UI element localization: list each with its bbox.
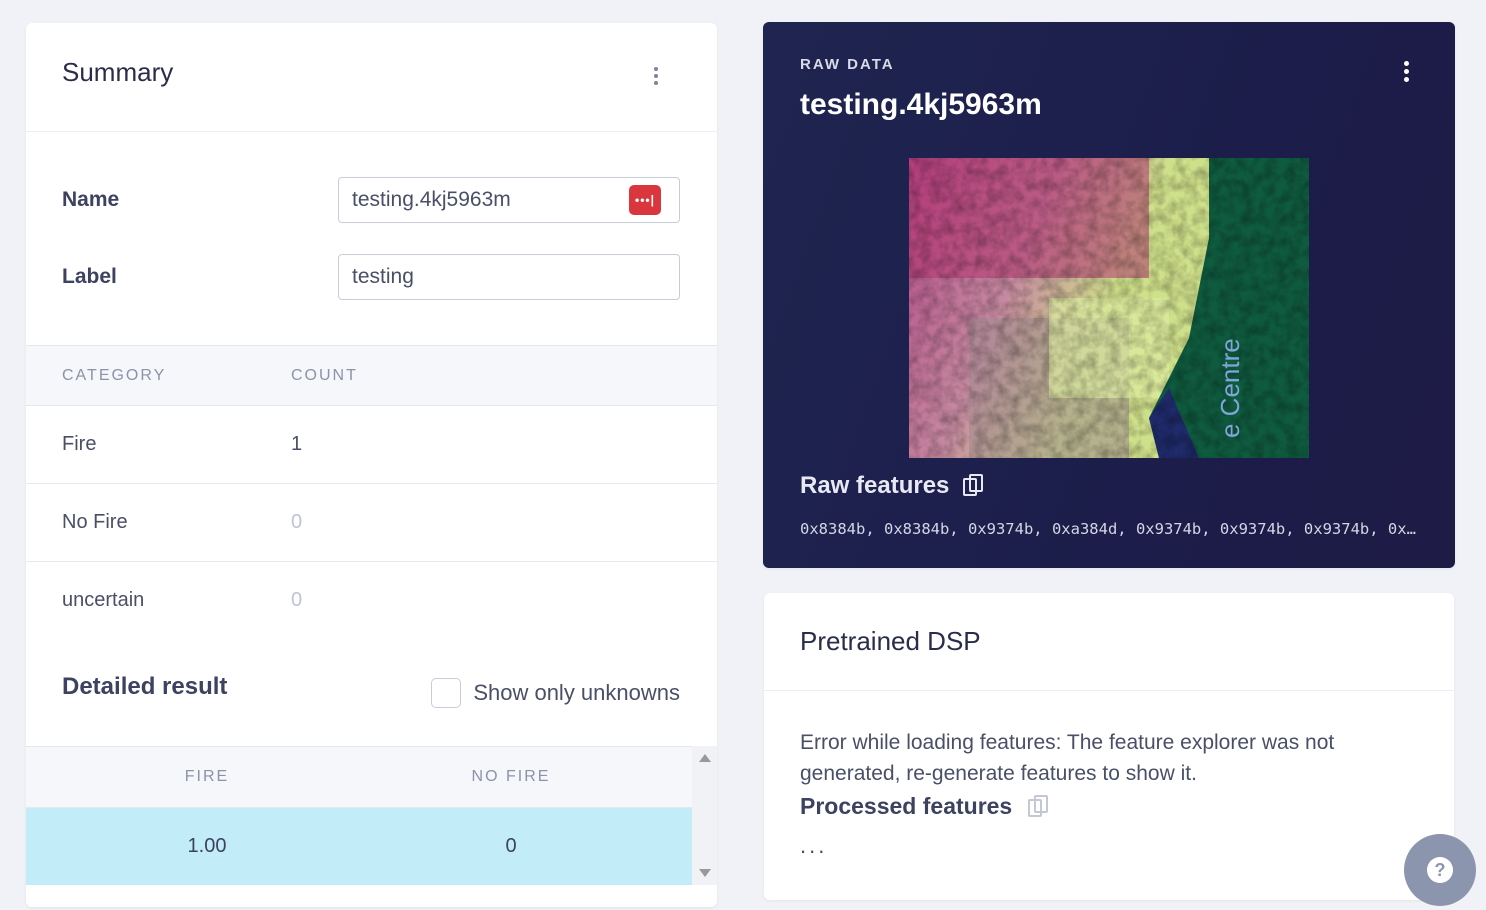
count-cell: 1 — [291, 433, 303, 455]
detailed-result-table: FIRE NO FIRE 1.00 0 — [26, 746, 717, 885]
summary-header: Summary — [26, 23, 717, 132]
question-icon: ? — [1427, 857, 1453, 883]
dsp-error-message: Error while loading features: The featur… — [800, 731, 1335, 785]
show-unknowns-toggle[interactable]: Show only unknowns — [431, 678, 680, 708]
help-button[interactable]: ? — [1404, 834, 1476, 906]
detailed-result-header: FIRE NO FIRE — [26, 746, 692, 808]
category-table-header: CATEGORY COUNT — [26, 345, 717, 406]
category-cell: uncertain — [62, 589, 145, 611]
category-cell: Fire — [62, 433, 97, 455]
detailed-result-title: Detailed result — [62, 673, 228, 700]
category-column-header: CATEGORY — [62, 367, 167, 384]
table-row: Fire 1 — [26, 406, 717, 484]
password-manager-icon[interactable]: •••| — [629, 185, 661, 215]
category-cell: No Fire — [62, 511, 128, 533]
result-scrollbar[interactable] — [692, 746, 717, 885]
count-cell: 0 — [291, 511, 303, 533]
raw-data-title: testing.4kj5963m — [800, 88, 1042, 121]
count-column-header: COUNT — [291, 367, 358, 384]
scroll-down-icon[interactable] — [699, 869, 711, 877]
pretrained-dsp-card: Pretrained DSP Error while loading featu… — [764, 593, 1454, 900]
sample-image: e Centre — [909, 158, 1309, 458]
table-row: uncertain 0 — [26, 562, 717, 640]
name-label: Name — [62, 188, 120, 211]
no-fire-column-header: NO FIRE — [471, 768, 551, 785]
processed-features-heading: Processed features — [800, 793, 1050, 820]
raw-features-values: 0x8384b, 0x8384b, 0x9374b, 0xa384d, 0x93… — [800, 520, 1420, 538]
dsp-title: Pretrained DSP — [800, 626, 981, 656]
name-row: Name •••| — [62, 177, 680, 223]
processed-features-label: Processed features — [800, 793, 1013, 819]
fire-column-header: FIRE — [184, 768, 230, 785]
category-table: CATEGORY COUNT Fire 1 No Fire 0 uncertai… — [26, 345, 717, 640]
raw-features-label: Raw features — [800, 472, 950, 499]
show-unknowns-label[interactable]: Show only unknowns — [473, 680, 680, 706]
scroll-up-icon[interactable] — [699, 754, 711, 762]
summary-more-icon[interactable] — [646, 64, 666, 88]
summary-title: Summary — [62, 57, 174, 87]
raw-features-heading: Raw features — [800, 472, 985, 500]
table-row[interactable]: 1.00 0 — [26, 808, 692, 885]
table-row: No Fire 0 — [26, 484, 717, 562]
summary-card: Summary Name •••| Label CATEGORY COUNT F… — [26, 23, 717, 907]
copy-icon[interactable] — [1028, 794, 1050, 819]
svg-text:e Centre: e Centre — [1215, 338, 1245, 438]
raw-data-kicker: RAW DATA — [800, 56, 895, 73]
raw-data-card: RAW DATA testing.4kj5963m e Centre Raw f… — [763, 22, 1455, 568]
show-unknowns-checkbox[interactable] — [431, 678, 462, 708]
no-fire-value-cell: 0 — [505, 835, 517, 857]
label-label: Label — [62, 265, 117, 288]
fire-value-cell: 1.00 — [187, 835, 227, 857]
raw-data-more-icon[interactable] — [1396, 59, 1416, 83]
count-cell: 0 — [291, 589, 303, 611]
copy-icon[interactable] — [963, 474, 985, 498]
dsp-header: Pretrained DSP — [764, 593, 1454, 691]
label-row: Label — [62, 254, 680, 300]
label-input[interactable] — [338, 254, 680, 300]
processed-features-values: ... — [800, 833, 828, 858]
